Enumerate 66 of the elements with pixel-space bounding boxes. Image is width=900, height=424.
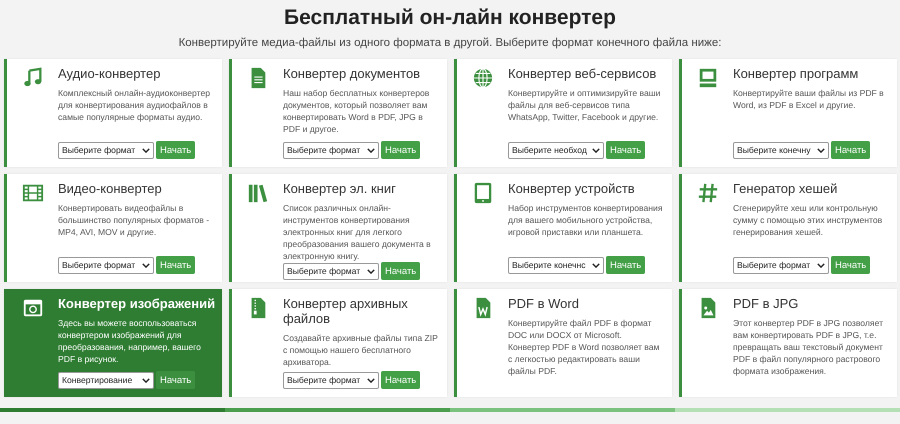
format-dropdown[interactable]: Выберите формат	[58, 142, 154, 158]
card-description: Набор инструментов конвертирования для вашего мобильного устройства, игровой приставки или планшета.	[508, 202, 664, 238]
converter-card[interactable]: Аудио-конвертер Комплексный онлайн-аудиоконвертер для конвертирования аудиофайлов в самые популярные форматы аудио. Выберите формат Начать	[4, 59, 222, 167]
hash-icon	[696, 182, 718, 204]
caret-icon	[142, 378, 150, 382]
converter-card[interactable]: PDF в Word Конвертируйте файл PDF в формат DOC или DOCX от Microsoft. Конвертер PDF в Word позволяет вам с легкостью редактировать ваши файлы PDF.	[454, 289, 672, 397]
music-note-icon	[22, 67, 44, 89]
globe-icon	[472, 67, 494, 89]
card-title[interactable]: Конвертер устройств	[508, 182, 635, 197]
card-title[interactable]: Конвертер программ	[733, 67, 858, 82]
caret-icon	[142, 262, 150, 268]
converter-card[interactable]: PDF в JPG Этот конвертер PDF в JPG позволяет вам конвертировать PDF в JPG, т.е. превращать ваш текстовый документ PDF в файл популярного растрового формата изображения.	[679, 289, 897, 397]
card-title[interactable]: Конвертер документов	[283, 67, 420, 82]
format-dropdown[interactable]: Выберите формат	[58, 256, 154, 274]
page-title: Бесплатный он-лайн конвертер	[284, 6, 616, 30]
format-dropdown[interactable]: Выберите формат	[733, 256, 829, 274]
books-icon	[246, 182, 268, 204]
format-dropdown[interactable]: Выберите конечнс	[508, 256, 604, 274]
film-icon	[22, 182, 44, 204]
format-dropdown[interactable]: Конвертирование	[58, 372, 154, 388]
converter-card[interactable]: Конвертер документов Наш набор бесплатных конвертеров документов, который позволяет вам конвертировать Word в PDF, JPG в PDF и другое. Выберите формат Начать	[229, 59, 447, 167]
card-title[interactable]: Конвертер веб-сервисов	[508, 67, 656, 82]
card-description: Комплексный онлайн-аудиоконвертер для конвертирования аудиофайлов в самые популярные форматы аудио.	[58, 86, 212, 124]
card-description: Конвертируйте ваши файлы из PDF в Word, из PDF в Excel и другие.	[733, 86, 885, 111]
card-title[interactable]: PDF в Word	[508, 297, 579, 312]
card-title[interactable]: Конвертер архивных файлов	[283, 297, 443, 327]
card-title[interactable]: Видео-конвертер	[58, 182, 162, 197]
converter-card[interactable]: Конвертер изображений Здесь вы можете воспользоваться конвертером изображений для преобразования, например, вашего PDF в рисунок. Конвертирование Начать	[4, 289, 222, 397]
caret-icon	[817, 148, 825, 152]
caret-icon	[817, 262, 825, 268]
card-description: Этот конвертер PDF в JPG позволяет вам конвертировать PDF в JPG, т.е. превращать ваш текстовый документ PDF в файл популярного растрового формата изображения.	[733, 316, 884, 378]
converter-card[interactable]: Конвертер устройств Набор инструментов конвертирования для вашего мобильного устройства, игровой приставки или планшета. Выберите конечнс Начать	[454, 174, 672, 282]
caret-icon	[367, 148, 375, 152]
card-description: Список различных онлайн-инструментов конвертирования электронных книг для легкого преобразования вашего документа в электронную книгу.	[283, 202, 432, 262]
card-title[interactable]: PDF в JPG	[733, 297, 798, 312]
tablet-icon	[472, 182, 494, 204]
caret-icon	[592, 148, 600, 152]
converter-card[interactable]: Конвертер веб-сервисов Конвертируйте и оптимизируйте ваши файлы для веб-сервисов типа WhatsApp, Twitter, Facebook и другие. Выберите необход Начать	[454, 59, 672, 167]
card-title[interactable]: Конвертер эл. книг	[283, 182, 396, 197]
caret-icon	[142, 148, 150, 152]
format-dropdown[interactable]: Выберите конечну	[733, 142, 829, 158]
caret-icon	[367, 268, 375, 274]
card-description: Конвертировать видеофайлы в большинство популярных форматов - MP4, AVI, MOV и другие.	[58, 202, 210, 238]
page-subtitle: Конвертируйте медиа-файлы из одного формата в другой. Выберите формат конечного файла ниже:	[178, 37, 722, 49]
converter-card[interactable]: Видео-конвертер Конвертировать видеофайлы в большинство популярных форматов - MP4, AVI, MOV и другие. Выберите формат Начать	[4, 174, 222, 282]
converter-card[interactable]: Конвертер программ Конвертируйте ваши файлы из PDF в Word, из PDF в Excel и другие. Выберите конечну Начать	[679, 59, 897, 167]
caret-icon	[367, 378, 375, 382]
card-title[interactable]: Генератор хешей	[733, 182, 838, 197]
card-title[interactable]: Конвертер изображений	[58, 297, 216, 312]
card-description: Создавайте архивные файлы типа ZIP с помощью нашего бесплатного архиватора.	[283, 332, 439, 368]
card-title[interactable]: Аудио-конвертер	[58, 67, 160, 82]
camera-icon	[22, 297, 44, 319]
card-description: Сгенерируйте хеш или контрольную сумму с помощью этих инструментов генерирования хешей.	[733, 202, 884, 238]
card-description: Конвертируйте и оптимизируйте ваши файлы для веб-сервисов типа WhatsApp, Twitter, Facebook и другие.	[508, 86, 662, 124]
caret-icon	[592, 262, 600, 268]
format-dropdown[interactable]: Выберите формат	[283, 262, 379, 280]
card-description: Наш набор бесплатных конвертеров документов, который позволяет вам конвертировать Word в PDF, JPG в PDF и другое.	[283, 86, 430, 136]
card-description: Конвертируйте файл PDF в формат DOC или DOCX от Microsoft. Конвертер PDF в Word позволяет вам с легкостью редактировать ваши файлы PDF.	[508, 316, 660, 378]
format-dropdown[interactable]: Выберите формат	[283, 372, 379, 388]
format-dropdown[interactable]: Выберите формат	[283, 142, 379, 158]
start-button[interactable]: Начать	[156, 371, 196, 389]
converter-card[interactable]: Конвертер архивных файлов Создавайте архивные файлы типа ZIP с помощью нашего бесплатного архиватора. Выберите формат Начать	[229, 289, 447, 397]
converter-card[interactable]: Генератор хешей Сгенерируйте хеш или контрольную сумму с помощью этих инструментов генерирования хешей. Выберите формат Начать	[679, 174, 897, 282]
converter-card[interactable]: Конвертер эл. книг Список различных онлайн-инструментов конвертирования электронных книг для легкого преобразования вашего документа в электронную книгу. Выберите формат Начать	[229, 174, 447, 282]
format-dropdown[interactable]: Выберите необход	[508, 142, 604, 158]
card-description: Здесь вы можете воспользоваться конвертером изображений для преобразования, например, вашего PDF в рисунок.	[58, 316, 202, 366]
